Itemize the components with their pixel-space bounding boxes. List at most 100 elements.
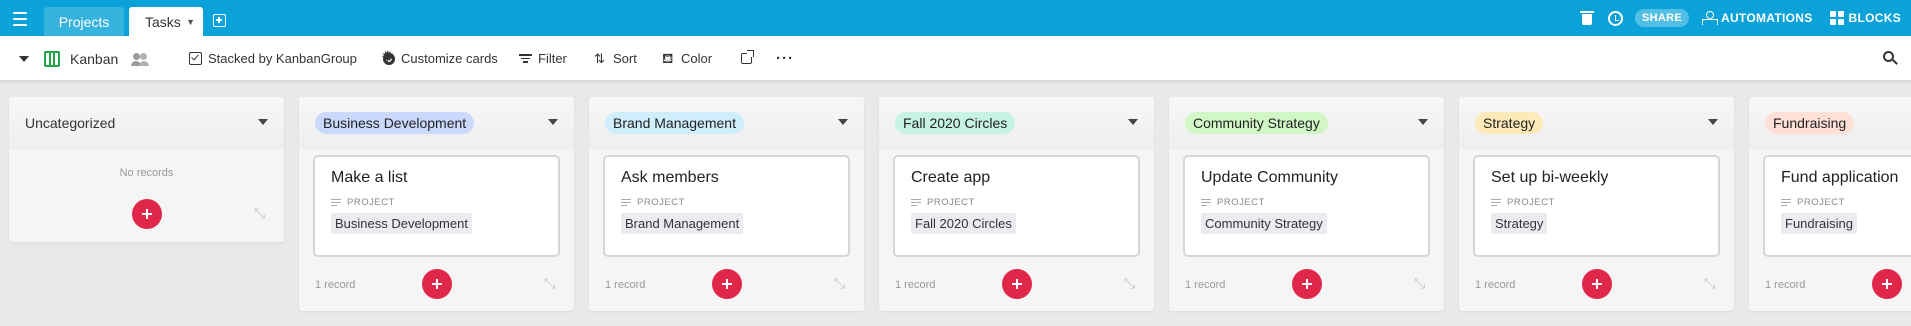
sort-button[interactable]: ⇅ Sort <box>594 36 637 81</box>
chevron-down-icon[interactable] <box>548 119 558 125</box>
blocks-label: BLOCKS <box>1848 11 1901 25</box>
history-icon[interactable] <box>1607 10 1623 26</box>
collaborators-icon[interactable] <box>131 36 151 81</box>
long-text-icon <box>1201 198 1211 207</box>
record-card[interactable]: Ask members PROJECT Brand Management <box>603 155 850 257</box>
filter-label: Filter <box>538 51 567 66</box>
record-count: 1 record <box>315 279 356 291</box>
share-button[interactable]: SHARE <box>1634 9 1689 27</box>
record-count: 1 record <box>605 279 646 291</box>
field-value: Brand Management <box>621 213 744 234</box>
card-title: Set up bi-weekly <box>1491 169 1609 186</box>
field-label: PROJECT <box>1781 197 1911 208</box>
stack-header: Fundraising <box>1749 97 1911 149</box>
card-title: Make a list <box>331 169 408 186</box>
color-label: Color <box>681 51 713 66</box>
view-name: Kanban <box>70 50 119 67</box>
record-card[interactable]: Update Community PROJECT Community Strat… <box>1183 155 1430 257</box>
record-count: 1 record <box>1765 279 1806 291</box>
view-switcher[interactable]: Kanban <box>44 36 118 81</box>
field-label: PROJECT <box>1491 197 1702 208</box>
stacked-by-icon <box>189 52 202 65</box>
expand-icon[interactable] <box>1704 275 1718 291</box>
filter-button[interactable]: Filter <box>519 36 567 81</box>
expand-icon[interactable] <box>254 205 268 221</box>
share-view-icon[interactable] <box>741 36 755 81</box>
view-toolbar: Kanban Stacked by KanbanGroup Customize … <box>0 36 1911 81</box>
record-card[interactable]: Create app PROJECT Fall 2020 Circles <box>893 155 1140 257</box>
card-title: Ask members <box>621 169 719 186</box>
stack-title: Community Strategy <box>1185 112 1328 134</box>
add-table-icon[interactable] <box>213 14 226 27</box>
automations-label: AUTOMATIONS <box>1721 11 1813 25</box>
automations-icon <box>1701 10 1718 26</box>
add-record-button[interactable] <box>1582 269 1612 299</box>
add-record-button[interactable] <box>1002 269 1032 299</box>
kanban-board: Uncategorized No records Business Develo… <box>0 82 1911 326</box>
stack-community-strategy: Community Strategy Update Community PROJ… <box>1169 97 1444 311</box>
stacked-by-button[interactable]: Stacked by KanbanGroup <box>189 36 357 81</box>
blocks-icon <box>1829 10 1845 26</box>
record-card[interactable]: Set up bi-weekly PROJECT Strategy <box>1473 155 1720 257</box>
hamburger-icon[interactable] <box>13 12 33 26</box>
stack-title: Fundraising <box>1765 112 1855 134</box>
stack-brand-management: Brand Management Ask members PROJECT Bra… <box>589 97 864 311</box>
views-sidebar-toggle[interactable] <box>19 36 29 81</box>
expand-icon[interactable] <box>1414 275 1428 291</box>
record-card[interactable]: Fund application PROJECT Fundraising <box>1763 155 1911 257</box>
stack-header: Community Strategy <box>1169 97 1444 149</box>
record-count: 1 record <box>895 279 936 291</box>
stack-title: Uncategorized <box>25 115 116 131</box>
sort-label: Sort <box>613 51 637 66</box>
search-icon[interactable] <box>1883 36 1898 81</box>
add-record-button[interactable] <box>712 269 742 299</box>
stack-header: Business Development <box>299 97 574 149</box>
record-count: 1 record <box>1475 279 1516 291</box>
stack-fundraising: Fundraising Fund application PROJECT Fun… <box>1749 97 1911 311</box>
stack-header: Fall 2020 Circles <box>879 97 1154 149</box>
stack-header: Brand Management <box>589 97 864 149</box>
field-label: PROJECT <box>1201 197 1412 208</box>
chevron-down-icon[interactable] <box>258 119 268 125</box>
filter-icon <box>519 52 532 65</box>
automations-button[interactable]: AUTOMATIONS <box>1701 10 1813 26</box>
field-value: Strategy <box>1491 213 1548 234</box>
expand-icon[interactable] <box>1124 275 1138 291</box>
tab-label: Projects <box>58 13 110 30</box>
chevron-down-icon[interactable] <box>838 119 848 125</box>
blocks-button[interactable]: BLOCKS <box>1829 10 1901 26</box>
add-record-button[interactable] <box>1292 269 1322 299</box>
record-card[interactable]: Make a list PROJECT Business Development <box>313 155 560 257</box>
stack-uncategorized: Uncategorized No records <box>9 97 284 242</box>
add-record-button[interactable] <box>1872 269 1902 299</box>
long-text-icon <box>911 198 921 207</box>
stack-title: Strategy <box>1475 112 1544 134</box>
trash-icon[interactable] <box>1579 10 1595 26</box>
kanban-icon <box>44 50 60 67</box>
stack-header: Uncategorized <box>9 97 284 149</box>
chevron-down-icon[interactable] <box>1708 119 1718 125</box>
tab-tasks[interactable]: Tasks ▼ <box>129 7 203 36</box>
tab-projects[interactable]: Projects <box>44 7 124 36</box>
add-record-button[interactable] <box>422 269 452 299</box>
record-count: 1 record <box>1185 279 1226 291</box>
chevron-down-icon[interactable] <box>1128 119 1138 125</box>
field-label: PROJECT <box>331 197 542 208</box>
field-label: PROJECT <box>621 197 832 208</box>
add-record-button[interactable] <box>132 199 162 229</box>
chevron-down-icon[interactable] <box>1418 119 1428 125</box>
chevron-down-icon[interactable]: ▼ <box>186 17 195 27</box>
long-text-icon <box>1781 198 1791 207</box>
expand-icon[interactable] <box>834 275 848 291</box>
color-button[interactable]: ⛾ Color <box>662 36 712 81</box>
long-text-icon <box>331 198 341 207</box>
empty-stack-text: No records <box>119 167 174 179</box>
tab-label: Tasks <box>145 13 181 30</box>
stack-title: Business Development <box>315 112 475 134</box>
stack-header: Strategy <box>1459 97 1734 149</box>
field-value: Business Development <box>331 213 472 234</box>
more-options-icon[interactable]: ··· <box>776 36 794 81</box>
expand-icon[interactable] <box>544 275 558 291</box>
customize-cards-button[interactable]: Customize cards <box>381 36 498 81</box>
field-value: Fall 2020 Circles <box>911 213 1016 234</box>
